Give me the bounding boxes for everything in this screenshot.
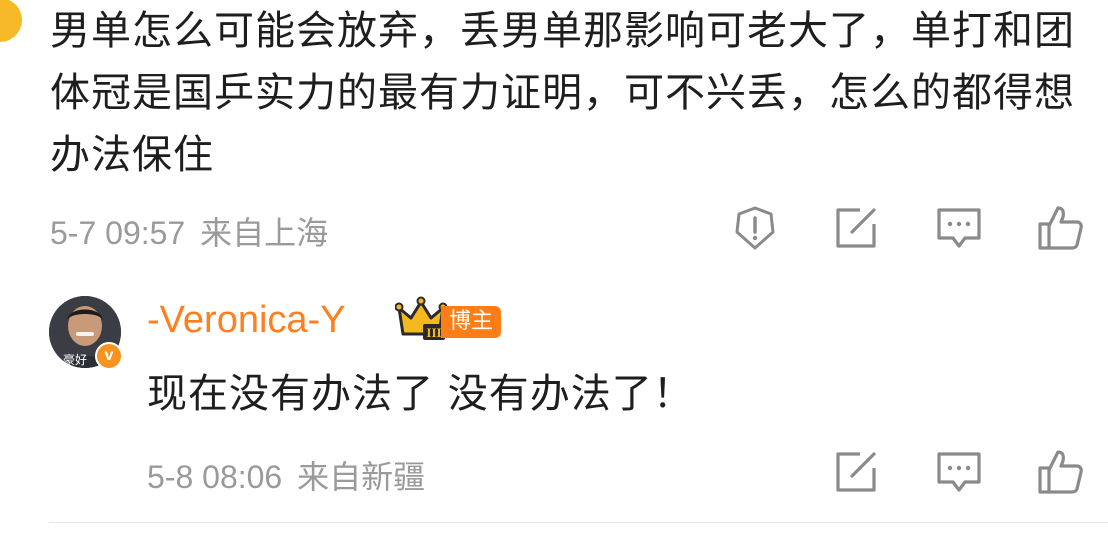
reply-forward-button[interactable] bbox=[830, 446, 882, 498]
comment-bubble-icon bbox=[937, 208, 981, 248]
alert-circle-icon bbox=[735, 206, 775, 250]
like-button[interactable] bbox=[1034, 202, 1086, 254]
comment-timestamp: 5-7 09:57 bbox=[50, 215, 186, 251]
reply-text: 现在没有办法了 没有办法了！ bbox=[147, 371, 694, 417]
thumbs-up-icon bbox=[1038, 206, 1083, 250]
previous-avatar[interactable] bbox=[0, 0, 22, 42]
edit-forward-icon bbox=[836, 452, 876, 492]
comment-meta: 5-7 09:57 来自上海 bbox=[50, 208, 328, 254]
crown-level-label: III bbox=[426, 325, 441, 340]
reply-timestamp: 5-8 08:06 bbox=[147, 459, 283, 495]
comment-text: 男单怎么可能会放弃，丢男单那影响可老大了，单打和团体冠是国乒实力的最有力证明，可… bbox=[50, 8, 1075, 178]
report-button[interactable] bbox=[729, 202, 781, 254]
reply-location: 来自新疆 bbox=[297, 459, 426, 495]
crown-level-icon: III bbox=[395, 296, 447, 340]
thumbs-up-icon bbox=[1038, 450, 1083, 494]
reply-comment-button[interactable] bbox=[933, 446, 985, 498]
avatar-caption: 豪好 bbox=[63, 352, 87, 367]
verified-badge: v bbox=[95, 342, 123, 370]
edit-forward-icon bbox=[836, 208, 876, 248]
comment-location: 来自上海 bbox=[200, 215, 329, 251]
forward-button[interactable] bbox=[830, 202, 882, 254]
divider bbox=[49, 522, 1108, 523]
reply-username[interactable]: -Veronica-Y bbox=[147, 296, 346, 344]
reply-like-button[interactable] bbox=[1034, 446, 1086, 498]
comment-button[interactable] bbox=[933, 202, 985, 254]
reply-meta: 5-8 08:06 来自新疆 bbox=[147, 452, 425, 498]
author-tag: 博主 bbox=[441, 306, 502, 338]
comment-bubble-icon bbox=[937, 452, 981, 492]
